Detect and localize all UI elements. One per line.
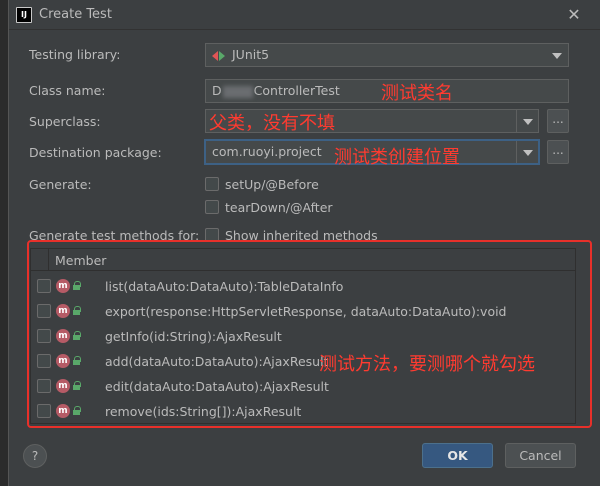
close-icon: ✕ <box>567 5 581 24</box>
annotation-highlight-box <box>27 240 592 428</box>
teardown-checkbox[interactable] <box>205 200 219 214</box>
class-name-annotation: 测试类名 <box>381 83 453 104</box>
superclass-browse-button[interactable]: ... <box>547 109 569 133</box>
testing-library-value: JUnit5 <box>232 47 270 62</box>
destination-package-value: com.ruoyi.project <box>212 144 322 159</box>
setup-label: setUp/@Before <box>225 177 319 192</box>
ok-button[interactable]: OK <box>422 443 493 468</box>
chevron-down-icon <box>546 44 568 66</box>
testing-library-label: Testing library: <box>29 47 121 62</box>
chevron-down-icon[interactable] <box>516 110 538 132</box>
chevron-down-icon[interactable] <box>516 141 538 163</box>
generate-label: Generate: <box>29 177 92 192</box>
superclass-label: Superclass: <box>29 114 101 129</box>
help-button[interactable]: ? <box>23 444 47 468</box>
redacted-text <box>222 85 253 98</box>
class-name-label: Class name: <box>29 83 106 98</box>
create-test-dialog: IJ Create Test ✕ Testing library: JUnit5… <box>8 0 600 486</box>
destination-package-label: Destination package: <box>29 145 162 160</box>
editor-background-strip <box>0 0 8 486</box>
junit-icon <box>212 50 226 61</box>
title-bar: IJ Create Test ✕ <box>9 0 600 30</box>
superclass-annotation: 父类，没有不填 <box>209 113 335 134</box>
class-name-suffix: ControllerTest <box>253 83 340 98</box>
package-annotation: 测试类创建位置 <box>334 147 460 168</box>
cancel-button[interactable]: Cancel <box>505 443 576 468</box>
intellij-app-icon: IJ <box>16 7 32 23</box>
setup-checkbox[interactable] <box>205 177 219 191</box>
destination-package-browse-button[interactable]: ... <box>547 140 569 164</box>
teardown-label: tearDown/@After <box>225 200 333 215</box>
dialog-title: Create Test <box>39 7 112 22</box>
testing-library-select[interactable]: JUnit5 <box>205 43 569 67</box>
class-name-prefix: D <box>212 83 222 98</box>
close-button[interactable]: ✕ <box>565 6 583 24</box>
